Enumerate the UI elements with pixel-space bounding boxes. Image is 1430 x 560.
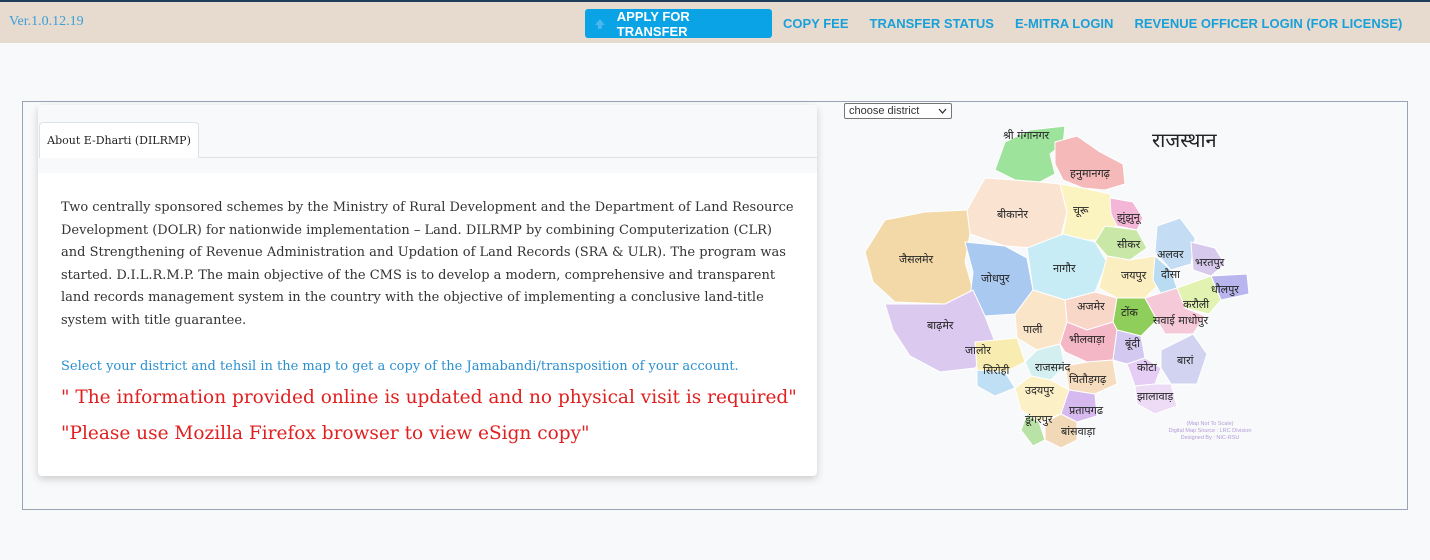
label-jhalawar: झालावाड़ bbox=[1137, 390, 1173, 403]
revenue-officer-login-link[interactable]: REVENUE OFFICER LOGIN (FOR LICENSE) bbox=[1134, 16, 1402, 31]
label-pali: पाली bbox=[1023, 323, 1043, 336]
label-ajmer: अजमेर bbox=[1077, 300, 1105, 313]
map-credit-line: Designed By : NIC-RSU bbox=[1180, 435, 1240, 441]
apply-for-transfer-button[interactable]: APPLY FOR TRANSFER bbox=[585, 8, 772, 39]
label-pratapgarh: प्रतापगढ bbox=[1069, 404, 1104, 417]
upload-icon bbox=[594, 18, 605, 29]
label-rajsamand: राजसमंद bbox=[1035, 361, 1071, 374]
label-alwar: अलवर bbox=[1157, 248, 1184, 261]
label-jalore: जालोर bbox=[965, 344, 991, 357]
label-dholpur: धौलपुर bbox=[1211, 283, 1239, 296]
label-karauli: करौली bbox=[1183, 298, 1209, 311]
about-description: Two centrally sponsored schemes by the M… bbox=[61, 200, 794, 328]
copy-fee-link[interactable]: COPY FEE bbox=[783, 16, 849, 31]
label-sirohi: सिरोही bbox=[983, 364, 1009, 377]
transfer-status-link[interactable]: TRANSFER STATUS bbox=[870, 16, 994, 31]
label-banswara: बांसवाड़ा bbox=[1061, 425, 1095, 438]
tab-about-edharti[interactable]: About E-Dharti (DILRMP) bbox=[39, 122, 199, 158]
label-sikar: सीकर bbox=[1117, 238, 1141, 251]
version-label: Ver.1.0.12.19 bbox=[9, 14, 84, 29]
label-udaipur: उदयपुर bbox=[1025, 384, 1054, 397]
label-chittorgarh: चितौड़गढ़ bbox=[1069, 373, 1107, 386]
label-sawai-madhopur: सवाई माधोपुर bbox=[1153, 314, 1209, 327]
apply-for-transfer-label: APPLY FOR TRANSFER bbox=[616, 8, 690, 39]
label-bharatpur: भरतपुर bbox=[1195, 256, 1225, 269]
label-ganganagar: श्री गंगानगर bbox=[1003, 129, 1050, 142]
emitra-login-link[interactable]: E-MITRA LOGIN bbox=[1015, 16, 1113, 31]
label-tonk: टोंक bbox=[1121, 306, 1138, 319]
district-select-value: choose district bbox=[849, 105, 920, 117]
map-credit-line: (Map Not To Scale) bbox=[1186, 421, 1234, 427]
top-navbar: Ver.1.0.12.19 APPLY FOR TRANSFER COPY FE… bbox=[0, 0, 1430, 43]
district-select[interactable]: choose district bbox=[844, 103, 952, 119]
label-jaipur: जयपुर bbox=[1121, 269, 1147, 282]
map-credit: (Map Not To Scale) Digital Map Source : … bbox=[1150, 421, 1270, 442]
label-bikaner: बीकानेर bbox=[997, 208, 1029, 221]
about-card: About E-Dharti (DILRMP) Two centrally sp… bbox=[38, 105, 817, 476]
label-jodhpur: जोधपुर bbox=[981, 272, 1010, 285]
map-credit-line: Digital Map Source : LRC Division bbox=[1168, 428, 1252, 434]
tab-strip: About E-Dharti (DILRMP) bbox=[38, 105, 817, 173]
label-bundi: बूंदी bbox=[1125, 337, 1140, 351]
label-churu: चूरू bbox=[1073, 204, 1089, 218]
label-baran: बारां bbox=[1177, 354, 1194, 367]
label-dungarpur: डूंगरपुर bbox=[1024, 413, 1053, 427]
tab-divider bbox=[199, 157, 817, 158]
label-bhilwara: भीलवाड़ा bbox=[1069, 333, 1105, 346]
online-info-notice: " The information provided online is upd… bbox=[61, 387, 797, 408]
rajasthan-map: श्री गंगानगर हनुमानगढ़ बीकानेर चूरू झुंझ… bbox=[864, 125, 1250, 449]
label-nagaur: नागौर bbox=[1053, 262, 1076, 275]
firefox-notice: "Please use Mozilla Firefox browser to v… bbox=[61, 423, 590, 444]
label-hanumangarh: हनुमानगढ़ bbox=[1070, 167, 1111, 180]
label-kota: कोटा bbox=[1137, 361, 1157, 374]
chevron-down-icon bbox=[938, 108, 947, 114]
district-hanumangarh[interactable] bbox=[1054, 135, 1126, 191]
label-barmer: बाढ़मेर bbox=[927, 319, 954, 332]
label-dausa: दौसा bbox=[1161, 268, 1180, 281]
nav-menu: APPLY FOR TRANSFER COPY FEE TRANSFER STA… bbox=[585, 8, 1402, 39]
select-district-note: Select your district and tehsil in the m… bbox=[61, 359, 739, 374]
label-jaisalmer: जैसलमेर bbox=[899, 253, 934, 266]
label-jhunjhunu: झुंझुनू bbox=[1117, 211, 1142, 225]
